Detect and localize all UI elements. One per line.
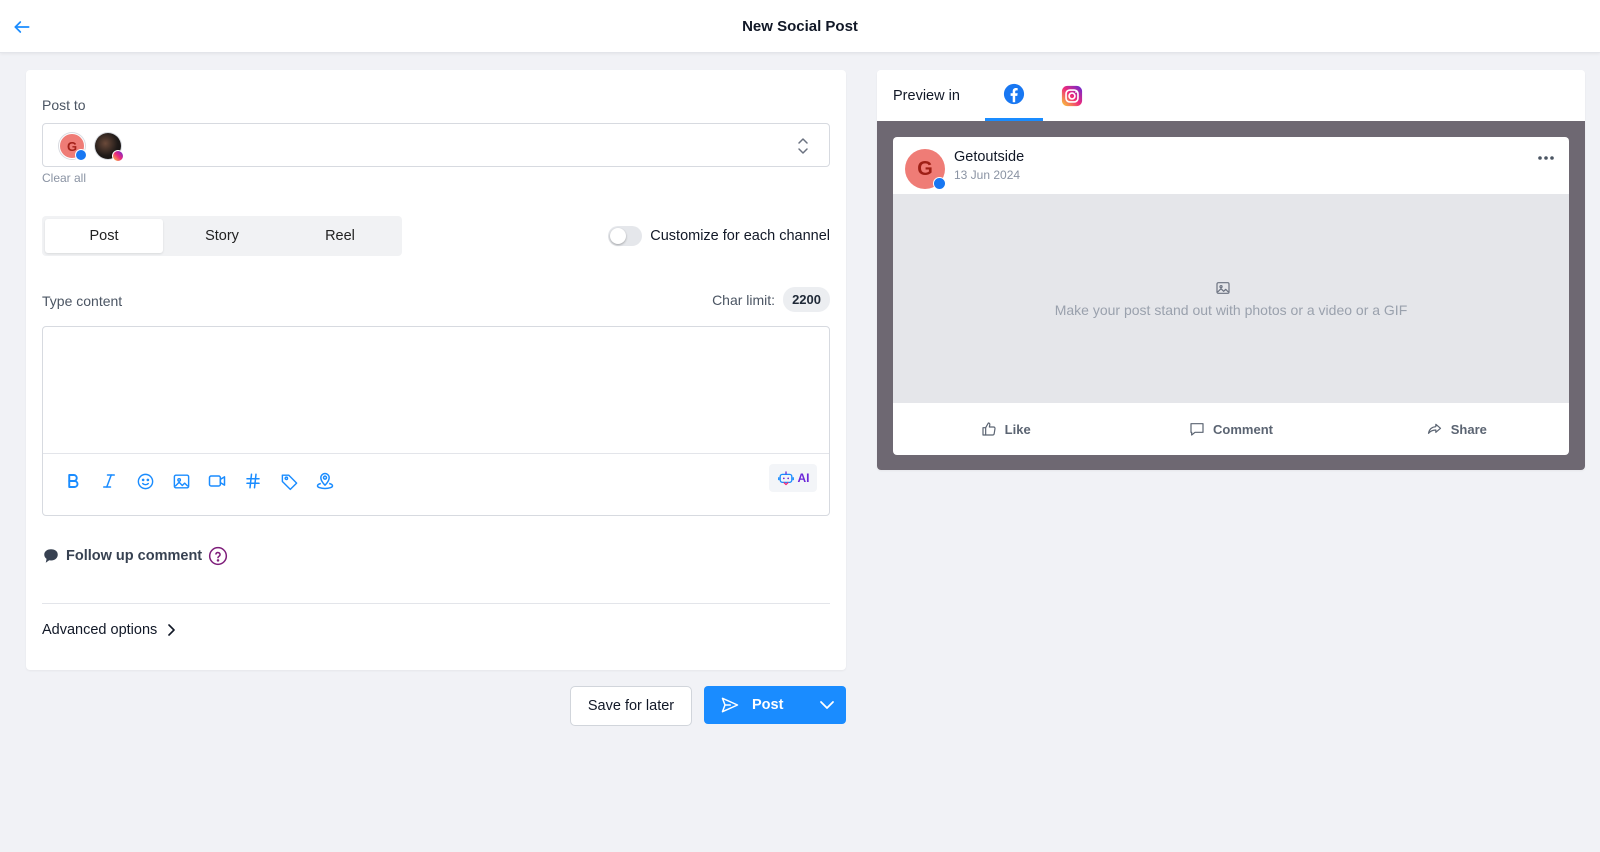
preview-area: G Getoutside 13 Jun 2024 Make your post … — [877, 121, 1585, 470]
post-date: 13 Jun 2024 — [954, 168, 1021, 182]
author-name: Getoutside — [954, 149, 1025, 165]
advanced-options-label: Advanced options — [42, 622, 158, 638]
customize-label: Customize for each channel — [650, 228, 830, 244]
share-icon — [1427, 423, 1441, 434]
channel-select[interactable]: G — [42, 123, 830, 167]
video-icon — [208, 475, 226, 487]
char-limit-label: Char limit: — [712, 291, 776, 308]
chevron-up-down-icon — [798, 138, 808, 154]
account-avatar-facebook: G — [59, 133, 87, 161]
char-limit: Char limit: 2200 — [712, 287, 830, 312]
author-avatar: G — [905, 149, 946, 190]
editor-toolbar: AI — [43, 453, 829, 516]
comment-label: Comment — [1213, 421, 1273, 437]
hashtag-icon — [246, 473, 260, 489]
post-button[interactable]: Post — [704, 686, 808, 724]
robot-icon — [777, 471, 794, 486]
customize-toggle-group: Customize for each channel — [608, 226, 830, 246]
italic-icon — [103, 474, 115, 488]
media-placeholder-text: Make your post stand out with photos or … — [1054, 302, 1408, 318]
bold-button[interactable] — [60, 468, 86, 494]
post-to-label: Post to — [42, 97, 86, 113]
tab-instagram-preview[interactable] — [1043, 70, 1101, 121]
post-type-reel[interactable]: Reel — [281, 219, 399, 253]
char-limit-badge: 2200 — [783, 287, 830, 312]
image-button[interactable] — [168, 468, 194, 494]
image-placeholder-icon — [1216, 282, 1230, 294]
page-title: New Social Post — [742, 18, 858, 35]
tag-icon — [281, 473, 297, 490]
instagram-badge-icon — [112, 150, 124, 162]
chat-bubble-icon — [44, 549, 58, 563]
post-type-post[interactable]: Post — [45, 219, 163, 253]
preview-label: Preview in — [893, 88, 960, 104]
content-input[interactable] — [43, 327, 829, 453]
tag-button[interactable] — [276, 468, 302, 494]
tab-facebook-preview[interactable] — [985, 70, 1043, 121]
type-content-label: Type content — [42, 293, 123, 309]
comment-icon — [1190, 423, 1204, 436]
account-avatar-instagram — [95, 133, 124, 162]
author-initial: G — [917, 157, 933, 180]
composer-card: Post to G Clear all Post Story Reel Cust… — [26, 70, 846, 670]
preview-header: Preview in — [877, 70, 1585, 121]
top-bar: New Social Post — [0, 0, 1600, 53]
location-icon — [316, 472, 334, 490]
send-icon — [721, 697, 739, 713]
facebook-icon — [1003, 83, 1025, 105]
chevron-right-icon — [168, 624, 176, 636]
ai-label: AI — [797, 471, 810, 485]
divider — [42, 603, 830, 604]
image-icon — [173, 473, 189, 489]
video-button[interactable] — [204, 468, 230, 494]
bold-icon — [68, 474, 79, 488]
post-label: Post — [752, 697, 784, 713]
location-button[interactable] — [312, 468, 338, 494]
emoji-icon — [137, 473, 153, 489]
follow-up-comment[interactable]: Follow up comment — [42, 546, 228, 566]
comment-action[interactable]: Comment — [1118, 403, 1343, 455]
facebook-badge-icon — [933, 177, 946, 190]
post-type-story[interactable]: Story — [163, 219, 281, 253]
ai-assist-button[interactable]: AI — [769, 464, 817, 492]
chevron-down-icon — [820, 701, 834, 709]
media-placeholder: Make your post stand out with photos or … — [893, 194, 1569, 403]
facebook-post-preview: G Getoutside 13 Jun 2024 Make your post … — [893, 137, 1569, 455]
help-circle-icon[interactable] — [208, 546, 228, 566]
like-label: Like — [1004, 421, 1031, 437]
clear-all-link[interactable]: Clear all — [42, 171, 86, 185]
emoji-button[interactable] — [132, 468, 158, 494]
toggle-knob — [610, 228, 627, 244]
content-editor: AI — [42, 326, 830, 516]
more-options-icon[interactable] — [1537, 155, 1555, 161]
hashtag-button[interactable] — [240, 468, 266, 494]
thumbs-up-icon — [982, 422, 996, 436]
facebook-badge-icon — [75, 149, 87, 161]
instagram-icon — [1061, 85, 1083, 106]
advanced-options-toggle[interactable]: Advanced options — [42, 622, 177, 638]
post-button-group: Post — [704, 686, 846, 724]
customize-toggle[interactable] — [608, 226, 643, 246]
like-action[interactable]: Like — [893, 403, 1118, 455]
preview-card: Preview in G Getoutside 13 Jun 2024 Make… — [877, 70, 1585, 470]
post-options-button[interactable] — [808, 686, 846, 724]
share-action[interactable]: Share — [1344, 403, 1569, 455]
post-type-selector: Post Story Reel — [42, 216, 402, 256]
italic-button[interactable] — [96, 468, 122, 494]
save-for-later-button[interactable]: Save for later — [570, 686, 692, 726]
follow-up-label: Follow up comment — [66, 548, 203, 564]
post-actions: Like Comment Share — [893, 403, 1569, 455]
share-label: Share — [1450, 421, 1487, 437]
